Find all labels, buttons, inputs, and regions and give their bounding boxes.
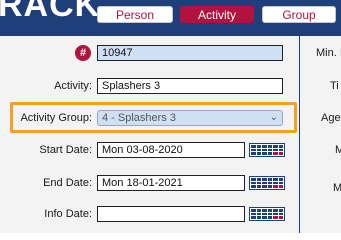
start-date-label: Start Date: xyxy=(39,144,92,156)
end-date-field[interactable]: Mon 18-01-2021 xyxy=(97,175,245,191)
end-date-label: End Date: xyxy=(43,177,92,189)
calendar-icon[interactable] xyxy=(249,176,285,190)
info-date-field[interactable] xyxy=(97,206,245,222)
top-header: RACK Person Activity Group xyxy=(0,0,341,36)
app-logo: RACK xyxy=(0,0,101,24)
hash-icon: # xyxy=(75,45,91,61)
column-divider xyxy=(299,36,300,233)
tab-group[interactable]: Group xyxy=(262,6,336,23)
activity-group-value: 4 - Splashers 3 xyxy=(102,112,176,124)
activity-id-field[interactable]: 10947 xyxy=(97,45,283,61)
calendar-icon[interactable] xyxy=(249,207,285,221)
activity-group-select[interactable]: 4 - Splashers 3 ⌄ xyxy=(97,110,283,126)
right-label-age: Age xyxy=(321,112,341,124)
right-label-ti: Ti xyxy=(330,80,339,92)
activity-form xyxy=(0,36,341,233)
right-label-m1: M xyxy=(335,144,341,156)
right-label-m2: M xyxy=(333,182,341,194)
right-label-min: Min. I xyxy=(316,47,341,59)
activity-group-label: Activity Group: xyxy=(20,112,92,124)
info-date-label: Info Date: xyxy=(44,208,92,220)
activity-field[interactable]: Splashers 3 xyxy=(97,78,283,94)
tab-person[interactable]: Person xyxy=(97,6,173,23)
calendar-icon[interactable] xyxy=(249,143,285,157)
activity-label: Activity: xyxy=(54,80,92,92)
tab-activity[interactable]: Activity xyxy=(180,6,254,23)
chevron-down-icon: ⌄ xyxy=(269,112,278,123)
start-date-field[interactable]: Mon 03-08-2020 xyxy=(97,142,245,158)
